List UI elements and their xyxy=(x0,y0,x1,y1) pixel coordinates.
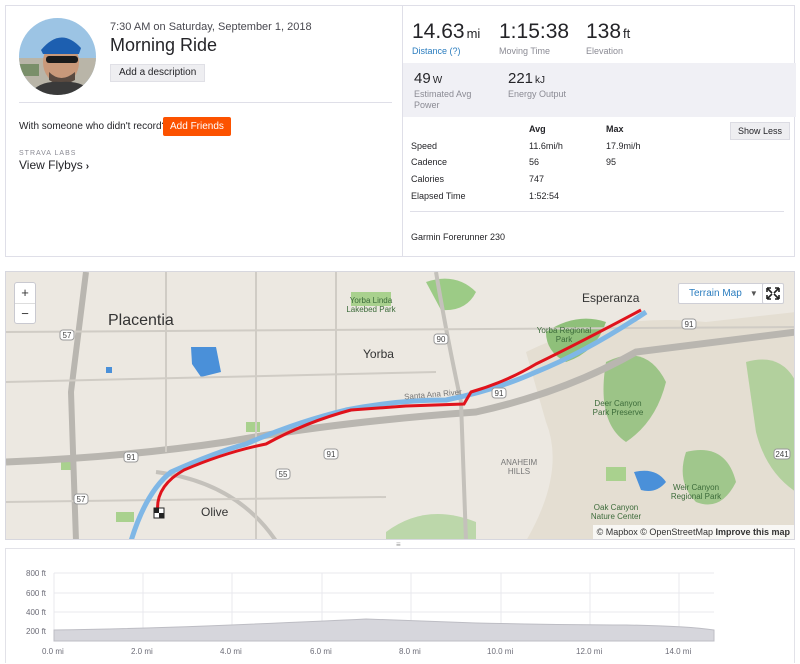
power-stat: 49 W Estimated Avg Power xyxy=(414,70,494,111)
power-unit: W xyxy=(432,75,443,86)
improve-map-link[interactable]: Improve this map xyxy=(715,527,790,537)
map-label-yorba-linda-park: Yorba Linda Lakebed Park xyxy=(346,296,396,314)
map-type-dropdown[interactable]: Terrain Map ▼ xyxy=(678,283,769,304)
detail-label: Cadence xyxy=(411,157,448,167)
x-tick: 10.0 mi xyxy=(487,647,513,656)
power-value: 49 xyxy=(414,70,431,87)
zoom-in-button[interactable]: + xyxy=(15,283,35,303)
divider xyxy=(410,211,784,212)
expand-icon xyxy=(766,287,780,300)
map-label-oak-canyon: Oak Canyon Nature Center xyxy=(590,503,642,521)
mapbox-link[interactable]: © Mapbox xyxy=(597,527,638,537)
y-tick: 800 ft xyxy=(26,569,47,578)
athlete-avatar[interactable] xyxy=(19,18,96,95)
y-tick: 400 ft xyxy=(26,608,47,617)
view-flybys-link[interactable]: View Flybys › xyxy=(19,158,89,172)
energy-value: 221 xyxy=(508,70,534,87)
route-shield-91: 91 xyxy=(126,453,136,462)
device-name: Garmin Forerunner 230 xyxy=(411,232,506,242)
distance-value: 14.63 xyxy=(412,20,465,43)
detail-label: Speed xyxy=(411,141,438,151)
activity-stats-panel: 14.63 mi Distance (?) 1:15:38 Moving Time… xyxy=(402,6,796,256)
x-tick: 6.0 mi xyxy=(310,647,332,656)
detail-row-cadence: Cadence 56 95 xyxy=(411,157,781,173)
detail-avg: 56 xyxy=(529,157,540,167)
elevation-unit: ft xyxy=(623,26,631,41)
x-tick: 4.0 mi xyxy=(220,647,242,656)
elevation-value: 138 xyxy=(586,20,622,43)
power-label: Estimated Avg Power xyxy=(414,89,472,110)
activity-title: Morning Ride xyxy=(110,35,218,55)
detail-label: Elapsed Time xyxy=(411,191,466,201)
map-label-yorba: Yorba xyxy=(363,347,394,361)
divider xyxy=(19,102,392,103)
energy-unit: kJ xyxy=(535,75,546,86)
map-label-esperanza: Esperanza xyxy=(582,291,640,305)
add-friends-button[interactable]: Add Friends xyxy=(163,117,231,136)
energy-stat: 221 kJ Energy Output xyxy=(508,70,566,100)
osm-link[interactable]: © OpenStreetMap xyxy=(640,527,713,537)
route-shield-91: 91 xyxy=(684,320,694,329)
detail-label: Calories xyxy=(411,174,445,184)
moving-time-stat: 1:15:38 Moving Time xyxy=(499,20,569,56)
route-shield-91: 91 xyxy=(326,450,336,459)
detail-row-elapsed-time: Elapsed Time 1:52:54 xyxy=(411,191,781,207)
show-less-button[interactable]: Show Less xyxy=(730,122,791,140)
route-shield-57: 57 xyxy=(76,495,86,504)
x-tick: 8.0 mi xyxy=(399,647,421,656)
power-band: 49 W Estimated Avg Power 221 kJ Energy Out… xyxy=(403,63,796,117)
map-label-deer-canyon: Deer Canyon Park Preserve xyxy=(592,399,644,417)
avg-column-header: Avg xyxy=(529,124,546,134)
detail-row-calories: Calories 747 xyxy=(411,174,781,190)
caret-down-icon: ▼ xyxy=(749,289,758,298)
zoom-out-button[interactable]: − xyxy=(15,303,35,323)
activity-datetime: 7:30 AM on Saturday, September 1, 2018 xyxy=(110,21,312,33)
map-label-weir-canyon: Weir Canyon Regional Park xyxy=(670,483,722,501)
zoom-controls: + − xyxy=(14,282,36,324)
x-tick: 12.0 mi xyxy=(576,647,602,656)
map-label-anaheim-hills: ANAHEIM HILLS xyxy=(500,458,538,476)
y-tick: 200 ft xyxy=(26,627,47,636)
map-type-label: Terrain Map xyxy=(689,288,742,299)
strava-labs-label: STRAVA LABS xyxy=(19,150,77,157)
elevation-stat: 138 ft Elevation xyxy=(586,20,630,56)
distance-unit: mi xyxy=(466,26,481,41)
map-label-olive: Olive xyxy=(201,505,229,519)
x-tick: 14.0 mi xyxy=(665,647,691,656)
route-map[interactable]: Placentia Yorba Esperanza Olive ANAHEIM … xyxy=(5,271,795,540)
activity-summary-card: 7:30 AM on Saturday, September 1, 2018 M… xyxy=(5,5,796,257)
route-shield-57: 57 xyxy=(62,331,72,340)
route-shield-90: 90 xyxy=(436,335,446,344)
fullscreen-button[interactable] xyxy=(762,283,784,304)
elevation-profile[interactable]: 800 ft 600 ft 400 ft 200 ft 0.0 mi 2.0 m… xyxy=(5,548,795,663)
moving-time-label: Moving Time xyxy=(499,46,551,56)
route-shield-91: 91 xyxy=(494,389,504,398)
x-tick: 0.0 mi xyxy=(42,647,64,656)
map-label-placentia: Placentia xyxy=(108,312,174,329)
energy-label: Energy Output xyxy=(508,89,567,99)
x-tick: 2.0 mi xyxy=(131,647,153,656)
route-shield-55: 55 xyxy=(278,470,288,479)
map-label-yorba-regional-park: Yorba Regional Park xyxy=(536,326,592,344)
with-someone-text: With someone who didn't record? xyxy=(19,121,168,132)
detail-max: 17.9mi/h xyxy=(606,141,641,151)
max-column-header: Max xyxy=(606,124,624,134)
chevron-right-icon: › xyxy=(85,161,90,172)
detail-avg: 11.6mi/h xyxy=(529,141,563,151)
moving-time-value: 1:15:38 xyxy=(499,20,570,43)
route-shield-241: 241 xyxy=(775,450,789,459)
detail-avg: 1:52:54 xyxy=(529,191,560,201)
y-tick: 600 ft xyxy=(26,589,47,598)
detail-max: 95 xyxy=(606,157,617,167)
elevation-label: Elevation xyxy=(586,46,624,56)
activity-info-panel: 7:30 AM on Saturday, September 1, 2018 M… xyxy=(6,6,402,256)
detail-row-speed: Speed 11.6mi/h 17.9mi/h xyxy=(411,141,781,157)
distance-stat: 14.63 mi Distance (?) xyxy=(412,20,480,56)
add-description-button[interactable]: Add a description xyxy=(110,64,206,82)
detail-avg: 747 xyxy=(529,174,545,184)
view-flybys-label: View Flybys xyxy=(19,158,83,172)
map-attribution: © Mapbox © OpenStreetMap Improve this ma… xyxy=(592,525,794,539)
distance-label[interactable]: Distance (?) xyxy=(412,46,480,56)
